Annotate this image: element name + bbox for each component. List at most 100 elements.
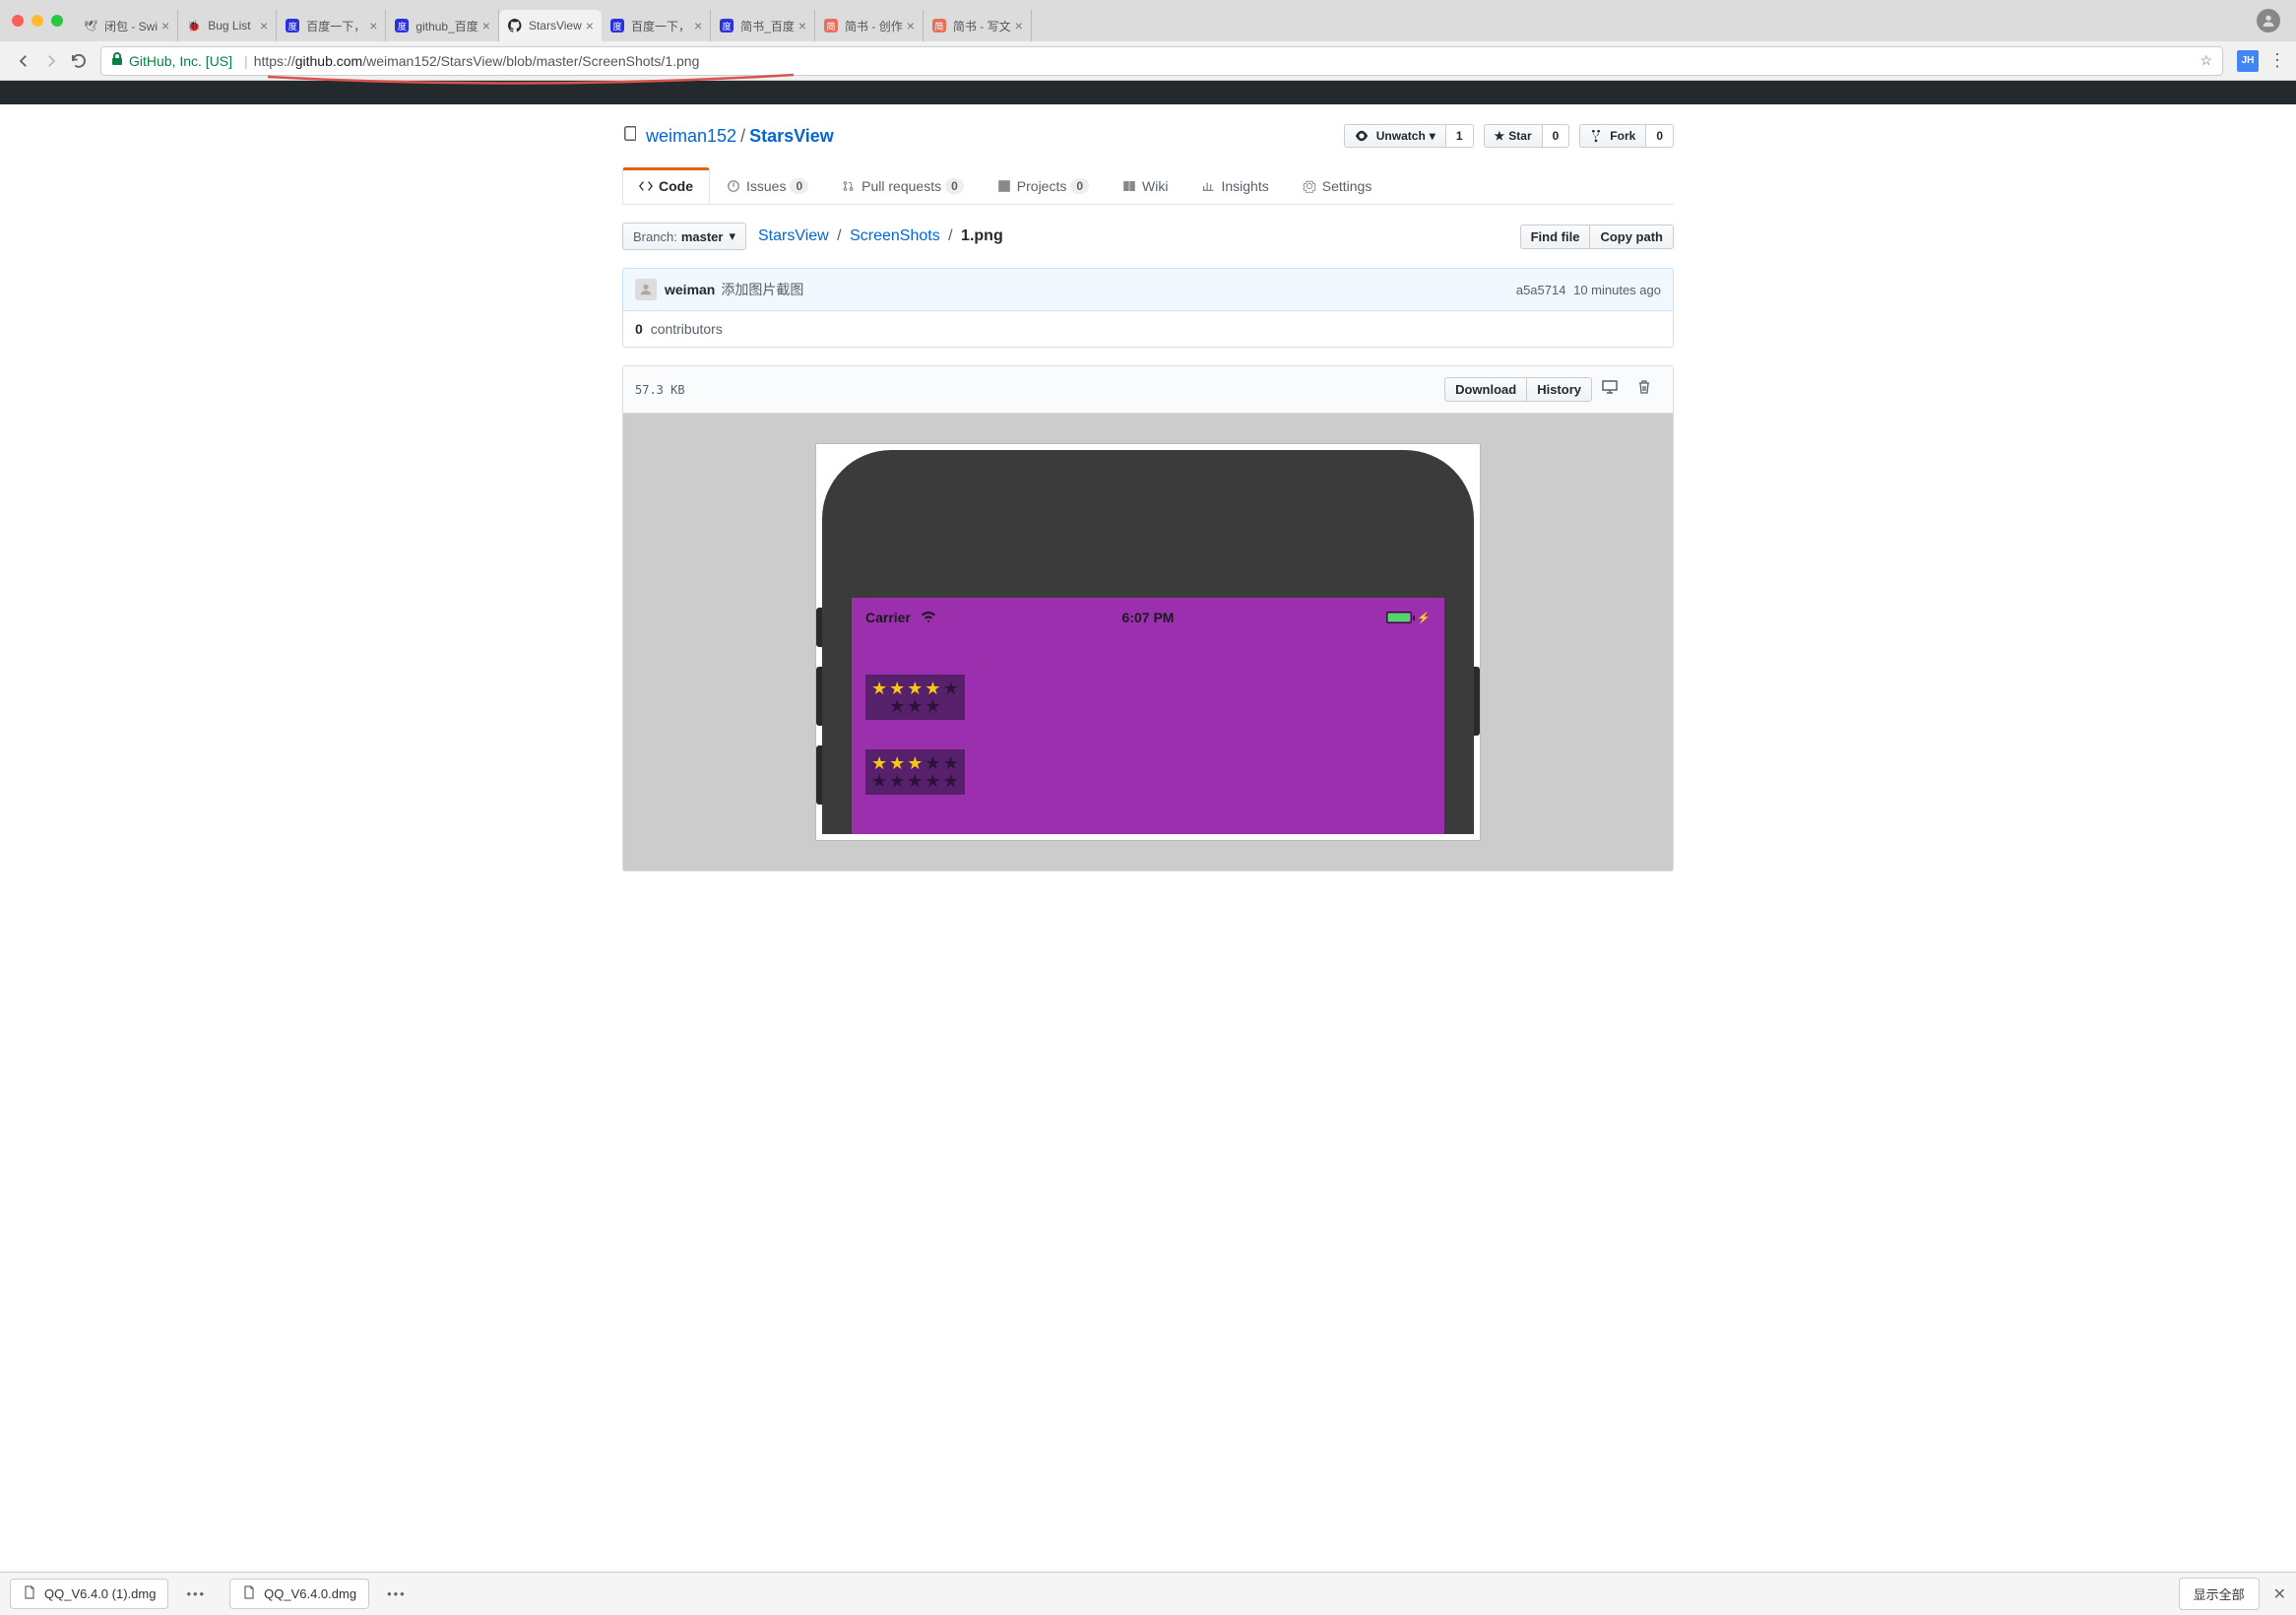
address-bar[interactable]: GitHub, Inc. [US] | https://github.com/w…: [100, 46, 2223, 76]
file-nav: Branch: master ▾ StarsView / ScreenShots…: [622, 223, 1674, 250]
browser-tab[interactable]: 度百度一下， ×: [602, 10, 711, 41]
tab-favicon-icon: 度: [609, 18, 625, 33]
back-button[interactable]: [10, 47, 37, 75]
fork-count[interactable]: 0: [1646, 124, 1674, 148]
star-count[interactable]: 0: [1543, 124, 1570, 148]
star-button[interactable]: ★ Star: [1484, 124, 1543, 148]
profile-avatar-icon[interactable]: [2257, 9, 2280, 32]
tab-close-icon[interactable]: ×: [482, 18, 490, 33]
window-close-button[interactable]: [12, 15, 24, 27]
watch-count[interactable]: 1: [1446, 124, 1474, 148]
browser-tab-strip: 🕊闭包 - Swi×🐞Bug List×度百度一下，×度github_百度×St…: [0, 0, 2296, 41]
battery-icon: ⚡: [1386, 612, 1431, 624]
download-shelf: QQ_V6.4.0 (1).dmg ••• QQ_V6.4.0.dmg ••• 显示全…: [0, 1572, 2296, 1615]
tab-insights[interactable]: Insights: [1184, 167, 1285, 204]
tab-pulls[interactable]: Pull requests 0: [825, 167, 981, 204]
download-item[interactable]: QQ_V6.4.0.dmg: [229, 1579, 369, 1609]
repo-nav: Code Issues 0 Pull requests 0 Projects 0…: [622, 167, 1674, 205]
tab-wiki[interactable]: Wiki: [1106, 167, 1184, 204]
tab-close-icon[interactable]: ×: [694, 18, 702, 33]
carrier-label: Carrier: [865, 610, 911, 625]
browser-tab[interactable]: 🕊闭包 - Swi×: [75, 10, 178, 41]
browser-tab[interactable]: StarsView ×: [499, 10, 602, 41]
crumb-dir[interactable]: ScreenShots: [850, 227, 940, 244]
tab-close-icon[interactable]: ×: [907, 18, 915, 33]
show-all-downloads-button[interactable]: 显示全部: [2179, 1578, 2260, 1610]
tab-code[interactable]: Code: [622, 167, 710, 204]
download-more-icon[interactable]: •••: [182, 1583, 210, 1605]
delete-icon[interactable]: [1627, 374, 1661, 405]
commit-box: weiman 添加图片截图 a5a5714 10 minutes ago: [622, 268, 1674, 311]
tab-settings[interactable]: Settings: [1286, 167, 1389, 204]
browser-tab[interactable]: 简简书 - 创作×: [815, 10, 924, 41]
commit-sha[interactable]: a5a5714: [1516, 283, 1566, 297]
download-button[interactable]: Download: [1444, 377, 1527, 402]
tab-close-icon[interactable]: ×: [798, 18, 806, 33]
url-text: https://github.com/weiman152/StarsView/b…: [254, 53, 700, 69]
window-minimize-button[interactable]: [32, 15, 43, 27]
browser-tab[interactable]: 🐞Bug List×: [178, 10, 277, 41]
repo-name-link[interactable]: StarsView: [749, 126, 834, 146]
github-header-bar: [0, 81, 2296, 104]
file-icon: [242, 1585, 256, 1602]
history-button[interactable]: History: [1527, 377, 1592, 402]
tab-favicon-icon: 简: [823, 18, 839, 33]
tab-issues[interactable]: Issues 0: [710, 167, 825, 204]
stars-widget-2: ★★★★★ ★★★★★: [865, 749, 965, 795]
tab-close-icon[interactable]: ×: [586, 18, 594, 33]
repo-title: weiman152 / StarsView: [622, 126, 834, 147]
tab-projects[interactable]: Projects 0: [981, 167, 1106, 204]
browser-menu-button[interactable]: ⋮: [2268, 50, 2286, 71]
stars-widget-1: ★★★★★ ★★★: [865, 675, 965, 720]
commit-avatar[interactable]: [635, 279, 657, 300]
fork-button[interactable]: Fork: [1579, 124, 1646, 148]
tab-title: 闭包 - Swi: [104, 18, 158, 34]
file-icon: [23, 1585, 36, 1602]
repo-head: weiman152 / StarsView Unwatch ▾ 1 ★ Star…: [622, 104, 1674, 148]
watch-button[interactable]: Unwatch ▾: [1344, 124, 1446, 148]
commit-author[interactable]: weiman: [665, 282, 715, 297]
download-filename: QQ_V6.4.0.dmg: [264, 1586, 356, 1601]
extension-badge[interactable]: JH: [2237, 50, 2259, 72]
download-more-icon[interactable]: •••: [383, 1583, 411, 1605]
commit-message[interactable]: 添加图片截图: [721, 280, 803, 299]
caret-icon: ▾: [729, 228, 735, 244]
tab-title: 百度一下，: [631, 18, 690, 34]
tab-title: StarsView: [529, 19, 582, 32]
reload-button[interactable]: [65, 47, 93, 75]
find-file-button[interactable]: Find file: [1520, 225, 1591, 249]
wifi-icon: [921, 610, 936, 625]
copy-path-button[interactable]: Copy path: [1590, 225, 1674, 249]
bookmark-star-icon[interactable]: ☆: [2200, 52, 2212, 69]
download-filename: QQ_V6.4.0 (1).dmg: [44, 1586, 156, 1601]
window-maximize-button[interactable]: [51, 15, 63, 27]
browser-tab[interactable]: 度简书_百度×: [711, 10, 815, 41]
forward-button[interactable]: [37, 47, 65, 75]
desktop-icon[interactable]: [1592, 374, 1627, 405]
repo-actions: Unwatch ▾ 1 ★ Star 0 Fork 0: [1344, 124, 1674, 148]
browser-tab[interactable]: 度百度一下，×: [277, 10, 386, 41]
screenshot-image: Carrier 6:07 PM ⚡: [815, 443, 1481, 841]
tab-favicon-icon: 度: [719, 18, 734, 33]
repo-owner-link[interactable]: weiman152: [646, 126, 736, 147]
tab-title: 简书_百度: [740, 18, 795, 34]
caret-icon: ▾: [1430, 129, 1435, 143]
tabs-container: 🕊闭包 - Swi×🐞Bug List×度百度一下，×度github_百度×St…: [75, 0, 2249, 41]
crumb-root[interactable]: StarsView: [758, 227, 829, 244]
browser-toolbar: GitHub, Inc. [US] | https://github.com/w…: [0, 41, 2296, 81]
tab-title: Bug List: [208, 19, 256, 32]
contributors-box: 0 contributors: [622, 311, 1674, 348]
browser-tab[interactable]: 简简书 - 写文×: [924, 10, 1032, 41]
branch-select[interactable]: Branch: master ▾: [622, 223, 746, 250]
tab-close-icon[interactable]: ×: [161, 18, 169, 33]
tab-close-icon[interactable]: ×: [260, 18, 268, 33]
tab-close-icon[interactable]: ×: [369, 18, 377, 33]
browser-tab[interactable]: 度github_百度×: [386, 10, 499, 41]
lock-icon: [111, 52, 123, 69]
download-item[interactable]: QQ_V6.4.0 (1).dmg: [10, 1579, 168, 1609]
crumb-file: 1.png: [961, 227, 1003, 244]
close-download-shelf-button[interactable]: ✕: [2273, 1584, 2286, 1604]
tab-favicon-icon: 度: [285, 18, 300, 33]
tab-close-icon[interactable]: ×: [1015, 18, 1023, 33]
tab-title: github_百度: [415, 18, 478, 34]
